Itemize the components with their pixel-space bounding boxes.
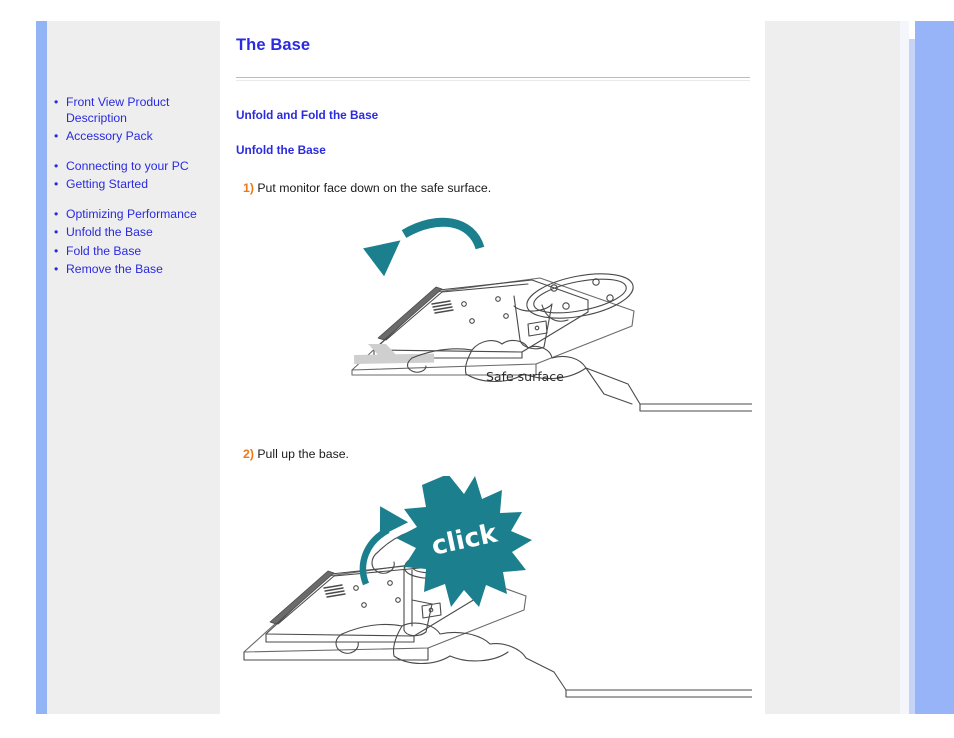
sidebar-item-remove-the-base[interactable]: • Remove the Base xyxy=(53,262,216,278)
step-1: 1) Put monitor face down on the safe sur… xyxy=(236,180,752,196)
sidebar-item-label: Connecting to your PC xyxy=(66,158,189,173)
sidebar-item-unfold-the-base[interactable]: • Unfold the Base xyxy=(53,225,216,241)
step-1-number: 1) xyxy=(243,181,254,195)
sidebar-item-label: Getting Started xyxy=(66,177,148,191)
step-2: 2) Pull up the base. xyxy=(236,446,752,462)
sidebar-item-front-view-product-description[interactable]: • Front View Product Description xyxy=(53,95,216,126)
sidebar-item-fold-the-base[interactable]: • Fold the Base xyxy=(53,244,216,260)
sidebar-item-connecting-to-your-pc[interactable]: • Connecting to your PC xyxy=(53,159,216,175)
bullet-icon: • xyxy=(54,177,59,191)
curved-down-arrow-icon xyxy=(363,218,485,277)
bullet-icon: • xyxy=(54,129,59,143)
monitor-face-down-illustration: Safe surface xyxy=(236,208,752,423)
bullet-icon: • xyxy=(54,206,59,221)
right-panel-notch xyxy=(909,21,915,39)
sidebar-item-accessory-pack[interactable]: • Accessory Pack xyxy=(53,129,216,145)
monitor-face-down-svg xyxy=(351,218,752,412)
right-panel-gap xyxy=(900,21,909,714)
sidebar-item-label: Optimizing Performance xyxy=(66,206,197,221)
sidebar-group-1: • Front View Product Description • Acces… xyxy=(53,95,216,145)
pull-up-base-illustration: click xyxy=(236,476,752,701)
sidebar-item-optimizing-performance[interactable]: • Optimizing Performance xyxy=(53,207,216,223)
right-panel-accent-bar xyxy=(915,21,954,714)
sidebar-item-label: Unfold the Base xyxy=(66,225,153,239)
sidebar-item-label: Remove the Base xyxy=(66,262,163,276)
sidebar-item-label: Accessory Pack xyxy=(66,129,153,143)
sidebar-item-label: Front View Product Description xyxy=(66,95,170,125)
sidebar-nav: • Front View Product Description • Acces… xyxy=(53,95,216,278)
step-2-number: 2) xyxy=(243,447,254,462)
right-decorative-panel xyxy=(765,21,954,714)
main-content: The Base Unfold and Fold the Base Unfold… xyxy=(236,36,752,701)
bullet-icon: • xyxy=(54,158,59,173)
click-burst-icon: click xyxy=(396,476,532,608)
bullet-icon: • xyxy=(54,262,59,276)
sidebar-group-2: • Connecting to your PC • Getting Starte… xyxy=(53,159,216,193)
page-title: The Base xyxy=(236,36,311,54)
title-divider xyxy=(236,77,750,81)
left-panel-accent-bar xyxy=(36,21,47,714)
step-2-text: Pull up the base. xyxy=(257,447,349,462)
pull-up-base-svg: click xyxy=(243,476,752,698)
section-heading-unfold-and-fold: Unfold and Fold the Base xyxy=(236,108,379,122)
bullet-icon: • xyxy=(54,243,59,258)
sidebar-item-label: Fold the Base xyxy=(66,243,142,258)
bullet-icon: • xyxy=(54,225,59,239)
section-heading-unfold-the-base: Unfold the Base xyxy=(236,143,326,157)
sidebar-item-getting-started[interactable]: • Getting Started xyxy=(53,177,216,193)
left-navigation-panel: • Front View Product Description • Acces… xyxy=(36,21,220,714)
figure-1-caption: Safe surface xyxy=(486,369,564,385)
left-panel-background: • Front View Product Description • Acces… xyxy=(47,21,220,714)
bullet-icon: • xyxy=(54,95,59,109)
step-1-text: Put monitor face down on the safe surfac… xyxy=(257,181,492,195)
sidebar-group-3: • Optimizing Performance • Unfold the Ba… xyxy=(53,207,216,278)
right-panel-background xyxy=(765,21,900,714)
